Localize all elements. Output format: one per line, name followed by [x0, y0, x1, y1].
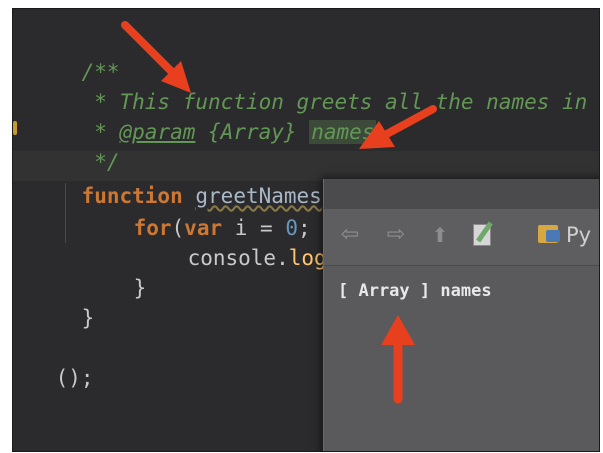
doc-param-type: {Array}: [208, 120, 297, 144]
annotation-arrow-icon: [381, 315, 415, 404]
forward-arrow-icon[interactable]: ⇨: [382, 221, 410, 249]
python-folder-icon-overlay: [546, 230, 560, 242]
doc-param-tag: @param: [119, 120, 196, 144]
console-object: console.: [187, 246, 289, 270]
doc-type-text: [ Array ]: [338, 281, 431, 301]
quick-documentation-popup[interactable]: ⇦ ⇨ ⬆ Py [ Array ] names: [323, 179, 599, 451]
gutter-marker-icon: [13, 121, 17, 135]
code-line-10[interactable]: ();: [13, 333, 94, 390]
python-docs-button[interactable]: Py: [538, 221, 599, 249]
doc-name-text: names: [440, 281, 492, 301]
edit-source-icon[interactable]: [470, 221, 498, 249]
outer-brace: }: [81, 306, 95, 330]
popup-doc-body: [ Array ] names: [338, 281, 492, 301]
python-docs-label: Py: [566, 223, 592, 247]
doc-space-2: [297, 120, 310, 144]
popup-title-bar[interactable]: [324, 179, 599, 210]
editor-window: /** * This function greets all the names…: [12, 8, 600, 452]
annotation-arrow-icon: [121, 21, 191, 93]
call-end: ();: [55, 366, 94, 390]
annotation-arrow-icon: [359, 105, 437, 149]
code-line-4[interactable]: */: [31, 117, 119, 174]
up-arrow-icon[interactable]: ⬆: [426, 221, 454, 249]
doc-space: [195, 120, 208, 144]
inner-brace: }: [133, 276, 147, 300]
log-method: log: [288, 246, 327, 270]
code-line-6[interactable]: for(var i = 0; i <: [83, 183, 362, 240]
code-line-8[interactable]: }: [83, 243, 147, 300]
back-arrow-icon[interactable]: ⇦: [336, 221, 364, 249]
popup-toolbar: ⇦ ⇨ ⬆ Py: [324, 209, 599, 266]
code-line-9[interactable]: }: [31, 273, 95, 330]
code-line-3[interactable]: * @param {Array} names: [31, 87, 377, 144]
code-line-1[interactable]: /**: [31, 27, 120, 84]
